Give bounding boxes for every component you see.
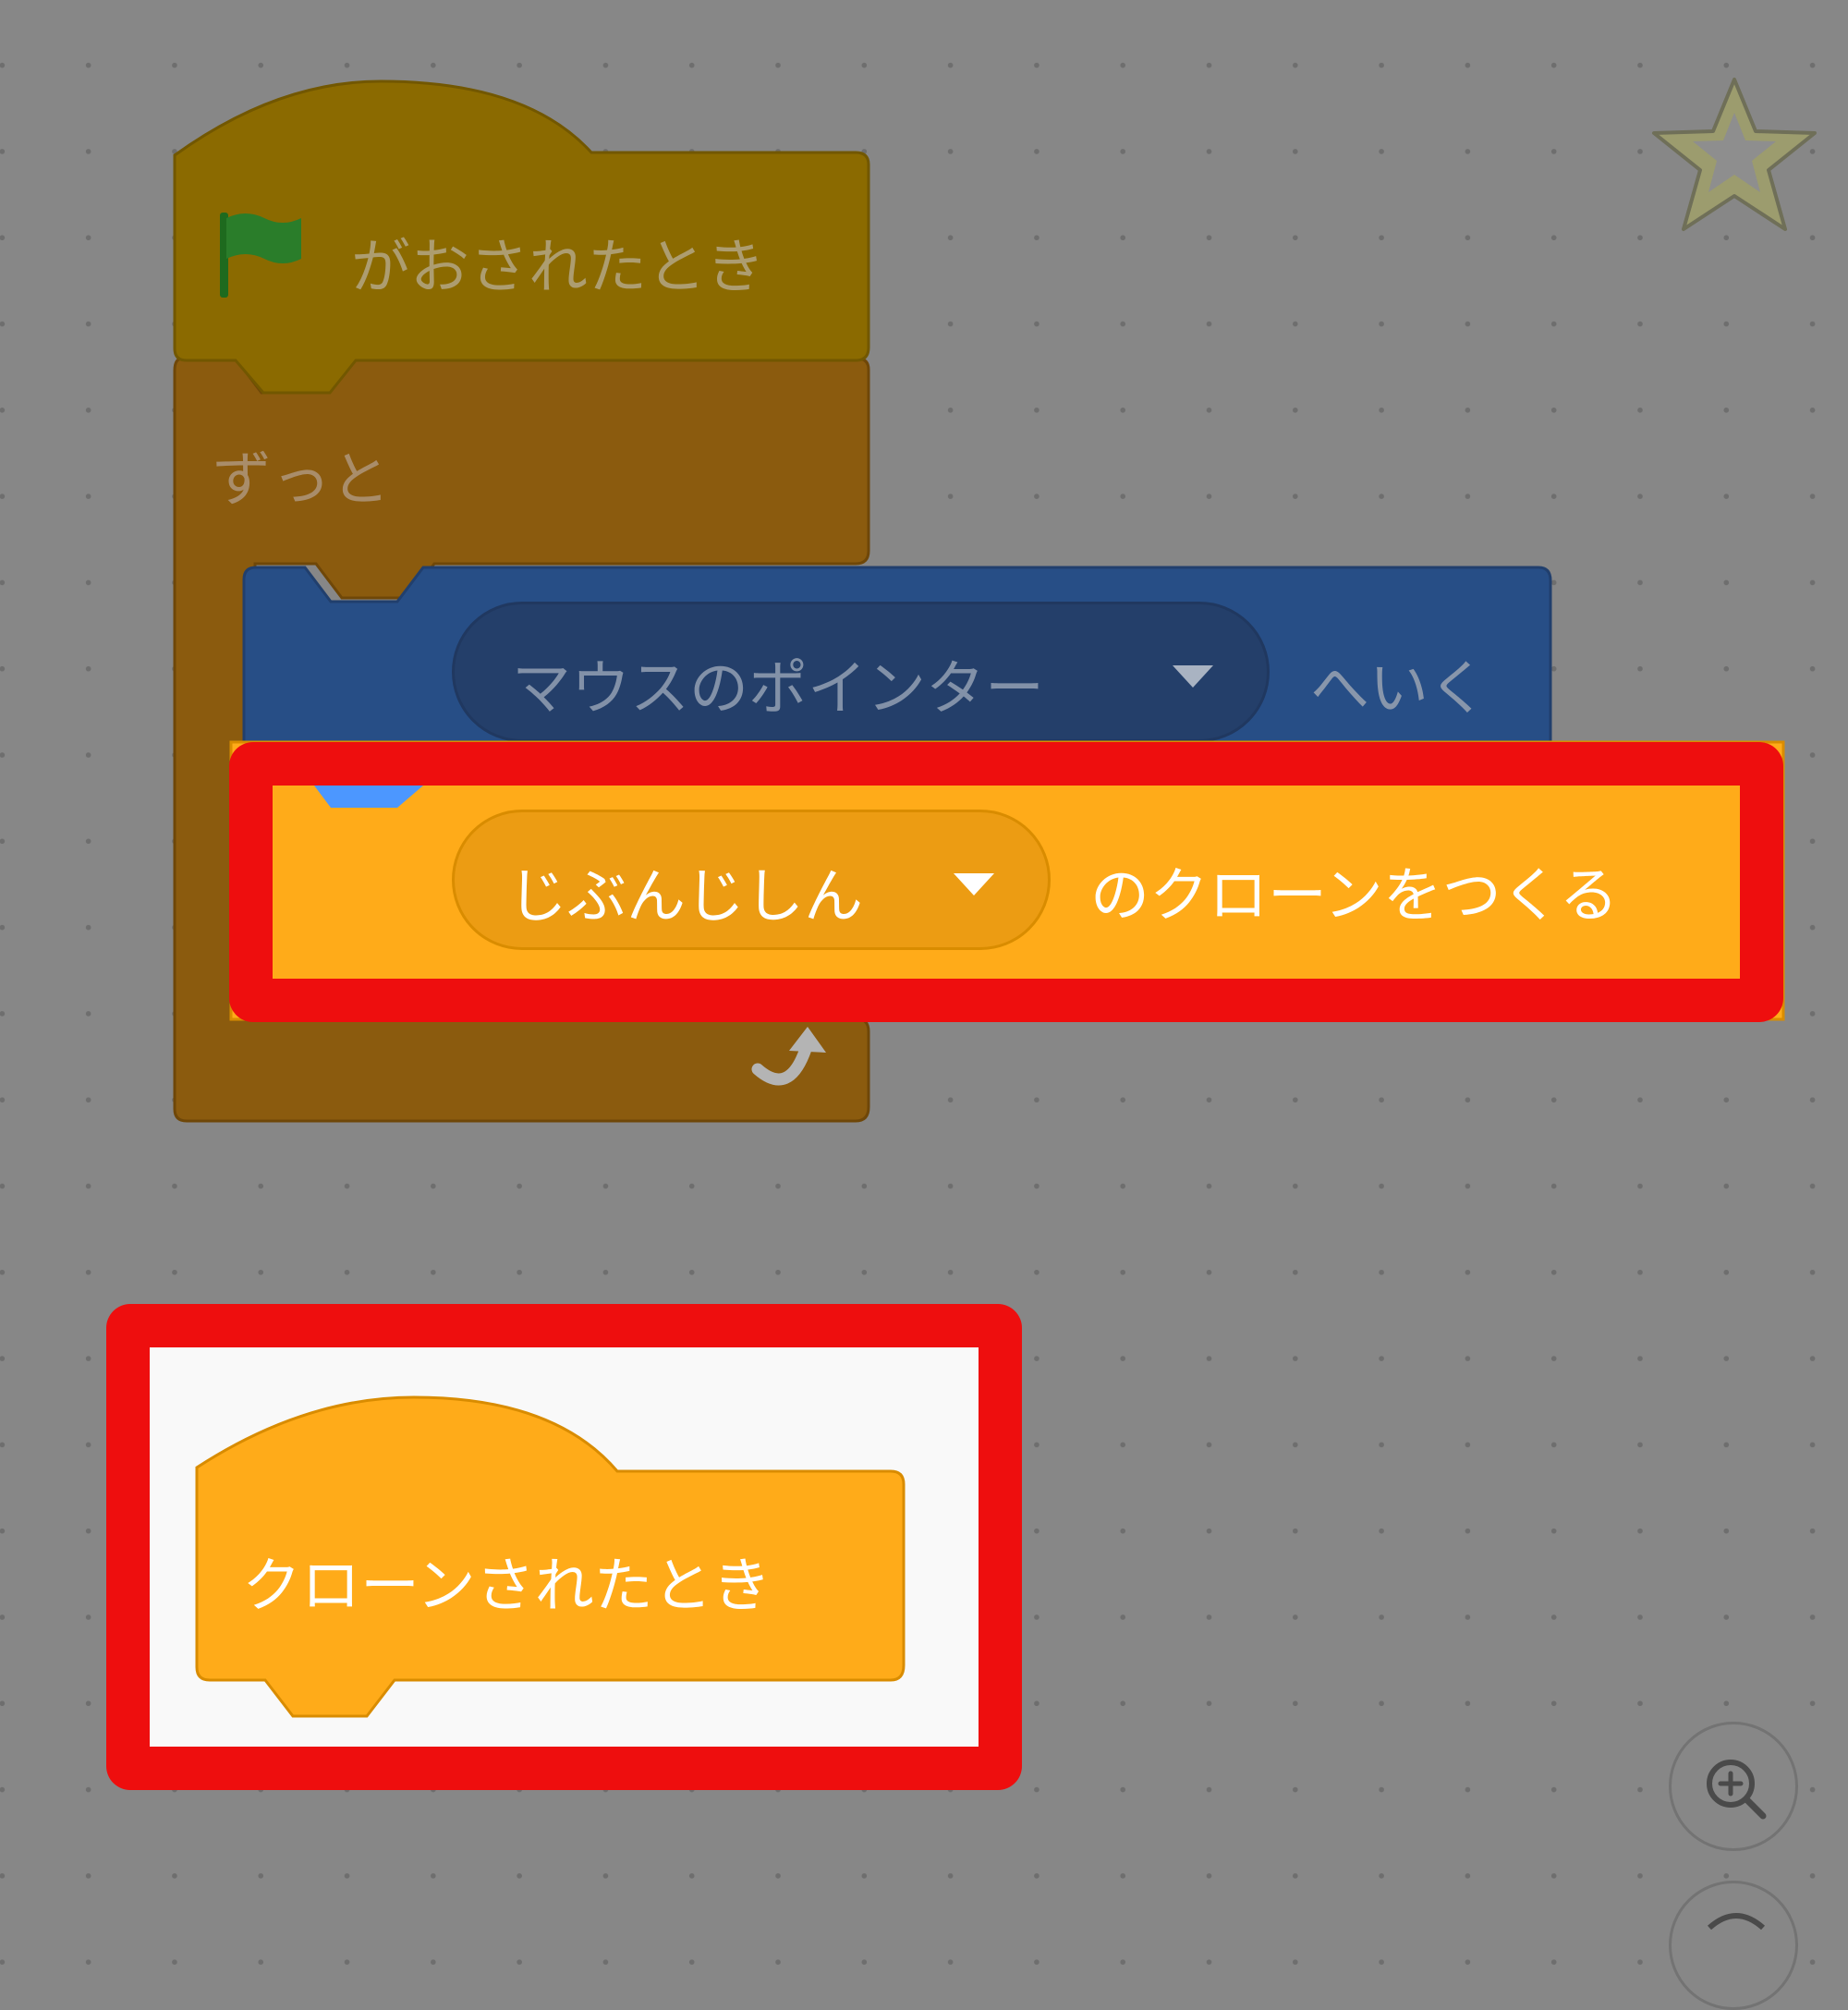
zoom-in-icon [1707, 1760, 1767, 1820]
star-icon[interactable] [1647, 74, 1822, 237]
zoom-out-button[interactable] [1669, 1881, 1798, 2010]
zoom-in-button[interactable] [1669, 1722, 1798, 1851]
zoom-out-icon [1707, 1913, 1766, 1930]
clone-hat-highlight [106, 1304, 1022, 1790]
